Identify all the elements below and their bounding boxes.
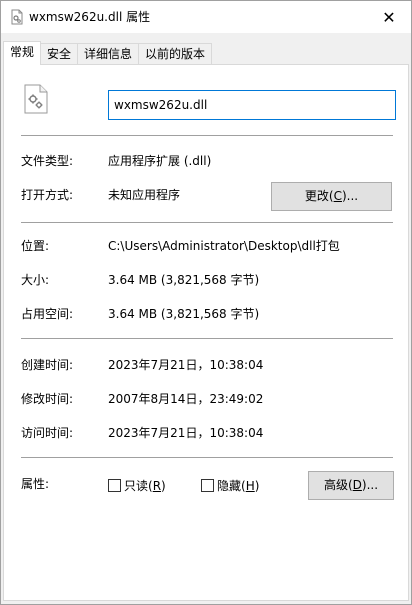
accessed-value: 2023年7月21日，10:38:04 <box>108 426 264 440</box>
size-on-disk-label: 占用空间: <box>21 307 74 321</box>
size-label: 大小: <box>21 273 50 287</box>
change-button[interactable]: 更改(C)... <box>271 182 392 211</box>
tab-general[interactable]: 常规 <box>3 41 42 65</box>
attributes-label: 属性: <box>21 477 50 491</box>
created-label: 创建时间: <box>21 358 74 372</box>
advanced-button[interactable]: 高级(D)... <box>308 471 394 500</box>
created-value: 2023年7月21日，10:38:04 <box>108 358 264 372</box>
opens-with-value: 未知应用程序 <box>108 188 181 202</box>
title-bar: wxmsw262u.dll 属性 ✕ <box>1 1 411 33</box>
tab-previous-versions[interactable]: 以前的版本 <box>138 43 213 65</box>
tab-details[interactable]: 详细信息 <box>77 43 140 65</box>
dll-file-icon <box>9 9 25 25</box>
accessed-label: 访问时间: <box>21 426 74 440</box>
divider <box>21 135 393 136</box>
size-value: 3.64 MB (3,821,568 字节) <box>108 273 260 287</box>
file-name-input[interactable] <box>108 90 396 120</box>
hidden-label[interactable]: 隐藏(H) <box>217 478 259 494</box>
readonly-checkbox[interactable] <box>108 479 121 492</box>
file-type-value: 应用程序扩展 (.dll) <box>108 154 212 168</box>
close-icon: ✕ <box>382 7 396 27</box>
divider <box>21 338 393 339</box>
file-type-label: 文件类型: <box>21 154 74 168</box>
size-on-disk-value: 3.64 MB (3,821,568 字节) <box>108 307 260 321</box>
location-value: C:\Users\Administrator\Desktop\dll打包 <box>108 239 340 253</box>
opens-with-label: 打开方式: <box>21 188 74 202</box>
modified-label: 修改时间: <box>21 392 74 406</box>
dll-file-gear-icon <box>23 84 49 114</box>
general-panel: 文件类型: 应用程序扩展 (.dll) 打开方式: 未知应用程序 更改(C)..… <box>3 64 409 601</box>
hidden-checkbox[interactable] <box>201 479 214 492</box>
readonly-label[interactable]: 只读(R) <box>124 478 166 494</box>
tab-strip: 常规 安全 详细信息 以前的版本 <box>3 41 213 65</box>
close-button[interactable]: ✕ <box>369 1 409 33</box>
location-label: 位置: <box>21 239 50 253</box>
tab-security[interactable]: 安全 <box>40 43 79 65</box>
properties-dialog: wxmsw262u.dll 属性 ✕ 常规 安全 详细信息 以前的版本 wxms… <box>0 0 412 605</box>
modified-value: 2007年8月14日，23:49:02 <box>108 392 264 406</box>
window-title: wxmsw262u.dll 属性 <box>29 10 151 24</box>
divider <box>21 457 393 458</box>
divider <box>21 222 393 223</box>
